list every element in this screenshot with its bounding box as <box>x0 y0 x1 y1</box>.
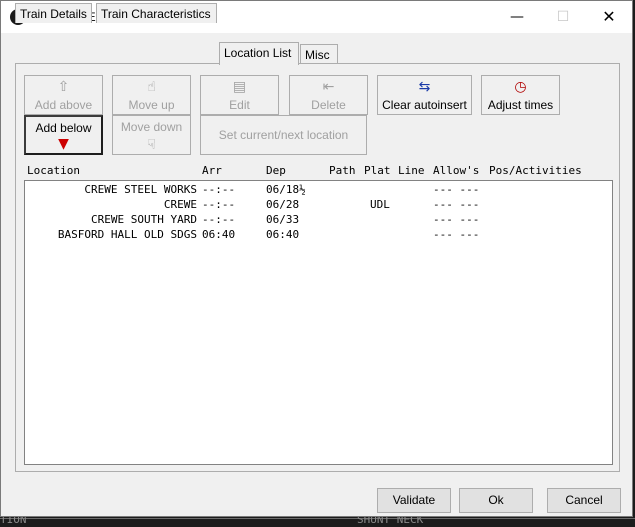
add-above-button[interactable]: ⇧ Add above <box>24 75 103 115</box>
row-dep: 06/28 <box>266 198 300 211</box>
row-allows: --- --- <box>433 228 480 241</box>
edit-label: Edit <box>229 98 250 112</box>
background-line <box>0 518 635 519</box>
move-down-button[interactable]: Move down ☟ <box>112 115 191 155</box>
header-pos-activities: Pos/Activities <box>489 164 582 177</box>
move-down-label: Move down <box>120 120 183 134</box>
clear-autoinsert-button[interactable]: ⇆ Clear autoinsert <box>377 75 472 115</box>
row-dep: 06:40 <box>266 228 300 241</box>
row-allows: --- --- <box>433 183 480 196</box>
tab-label: Misc <box>305 48 330 62</box>
adjust-times-label: Adjust times <box>487 98 554 112</box>
header-path: Path <box>329 164 356 177</box>
down-arrow-icon: ▼ <box>58 136 69 152</box>
add-below-button[interactable]: Add below ▼ <box>24 115 103 155</box>
row-line: UDL <box>370 198 390 211</box>
row-arr: --:-- <box>202 183 236 196</box>
row-location: BASFORD HALL OLD SDGS <box>57 228 197 241</box>
ok-button[interactable]: Ok <box>459 488 533 513</box>
header-allows: Allow's <box>433 164 480 177</box>
tab-label: Train Characteristics <box>101 7 211 21</box>
clear-autoinsert-label: Clear autoinsert <box>382 98 467 112</box>
delete-label: Delete <box>311 98 346 112</box>
up-arrow-icon: ⇧ <box>57 79 70 95</box>
tab-location-list[interactable]: Location List <box>219 42 299 65</box>
tab-train-characteristics[interactable]: Train Characteristics <box>96 3 217 23</box>
row-dep: 06/18½ <box>266 183 306 196</box>
row-arr: --:-- <box>202 198 236 211</box>
add-below-label: Add below <box>35 121 92 135</box>
set-current-next-location-button[interactable]: Set current/next location <box>200 115 367 155</box>
timetable-editor-window: Timetable Editor: 6L65 — ☐ ✕ Train Detai… <box>0 0 633 517</box>
tab-label: Train Details <box>20 7 87 21</box>
edit-button[interactable]: ▤ Edit <box>200 75 279 115</box>
tab-misc[interactable]: Misc <box>300 44 338 64</box>
list-item[interactable]: BASFORD HALL OLD SDGS 06:40 06:40 --- --… <box>25 228 612 243</box>
header-dep: Dep <box>266 164 286 177</box>
cancel-button[interactable]: Cancel <box>547 488 621 513</box>
move-up-button[interactable]: ☝ Move up <box>112 75 191 115</box>
tab-train-details[interactable]: Train Details <box>15 3 92 23</box>
row-allows: --- --- <box>433 198 480 211</box>
row-arr: 06:40 <box>202 228 236 241</box>
header-plat: Plat <box>364 164 391 177</box>
row-location: CREWE SOUTH YARD <box>91 213 197 226</box>
header-arr: Arr <box>202 164 222 177</box>
delete-button[interactable]: ⇤ Delete <box>289 75 368 115</box>
header-line: Line <box>398 164 425 177</box>
minimize-button[interactable]: — <box>494 1 540 33</box>
maximize-button: ☐ <box>556 9 570 25</box>
header-location: Location <box>27 164 80 177</box>
hand-up-icon: ☝ <box>147 79 156 95</box>
list-item[interactable]: CREWE --:-- 06/28 UDL --- --- <box>25 198 612 213</box>
row-dep: 06/33 <box>266 213 300 226</box>
delete-list-icon: ⇤ <box>322 79 335 95</box>
adjust-times-button[interactable]: ◷ Adjust times <box>481 75 560 115</box>
add-above-label: Add above <box>34 98 93 112</box>
row-allows: --- --- <box>433 213 480 226</box>
location-listbox[interactable]: CREWE STEEL WORKS --:-- 06/18½ --- --- C… <box>24 180 613 465</box>
hand-down-icon: ☟ <box>147 137 156 153</box>
validate-button[interactable]: Validate <box>377 488 451 513</box>
move-up-label: Move up <box>128 98 175 112</box>
row-location: CREWE STEEL WORKS <box>84 183 197 196</box>
row-location: CREWE <box>163 198 197 211</box>
tab-label: Location List <box>224 46 292 60</box>
row-arr: --:-- <box>202 213 236 226</box>
list-item[interactable]: CREWE STEEL WORKS --:-- 06/18½ --- --- <box>25 183 612 198</box>
clock-icon: ◷ <box>514 79 527 95</box>
close-button[interactable]: ✕ <box>586 1 632 33</box>
clear-autoinsert-icon: ⇆ <box>418 79 431 95</box>
list-item[interactable]: CREWE SOUTH YARD --:-- 06/33 --- --- <box>25 213 612 228</box>
edit-list-icon: ▤ <box>232 79 247 95</box>
